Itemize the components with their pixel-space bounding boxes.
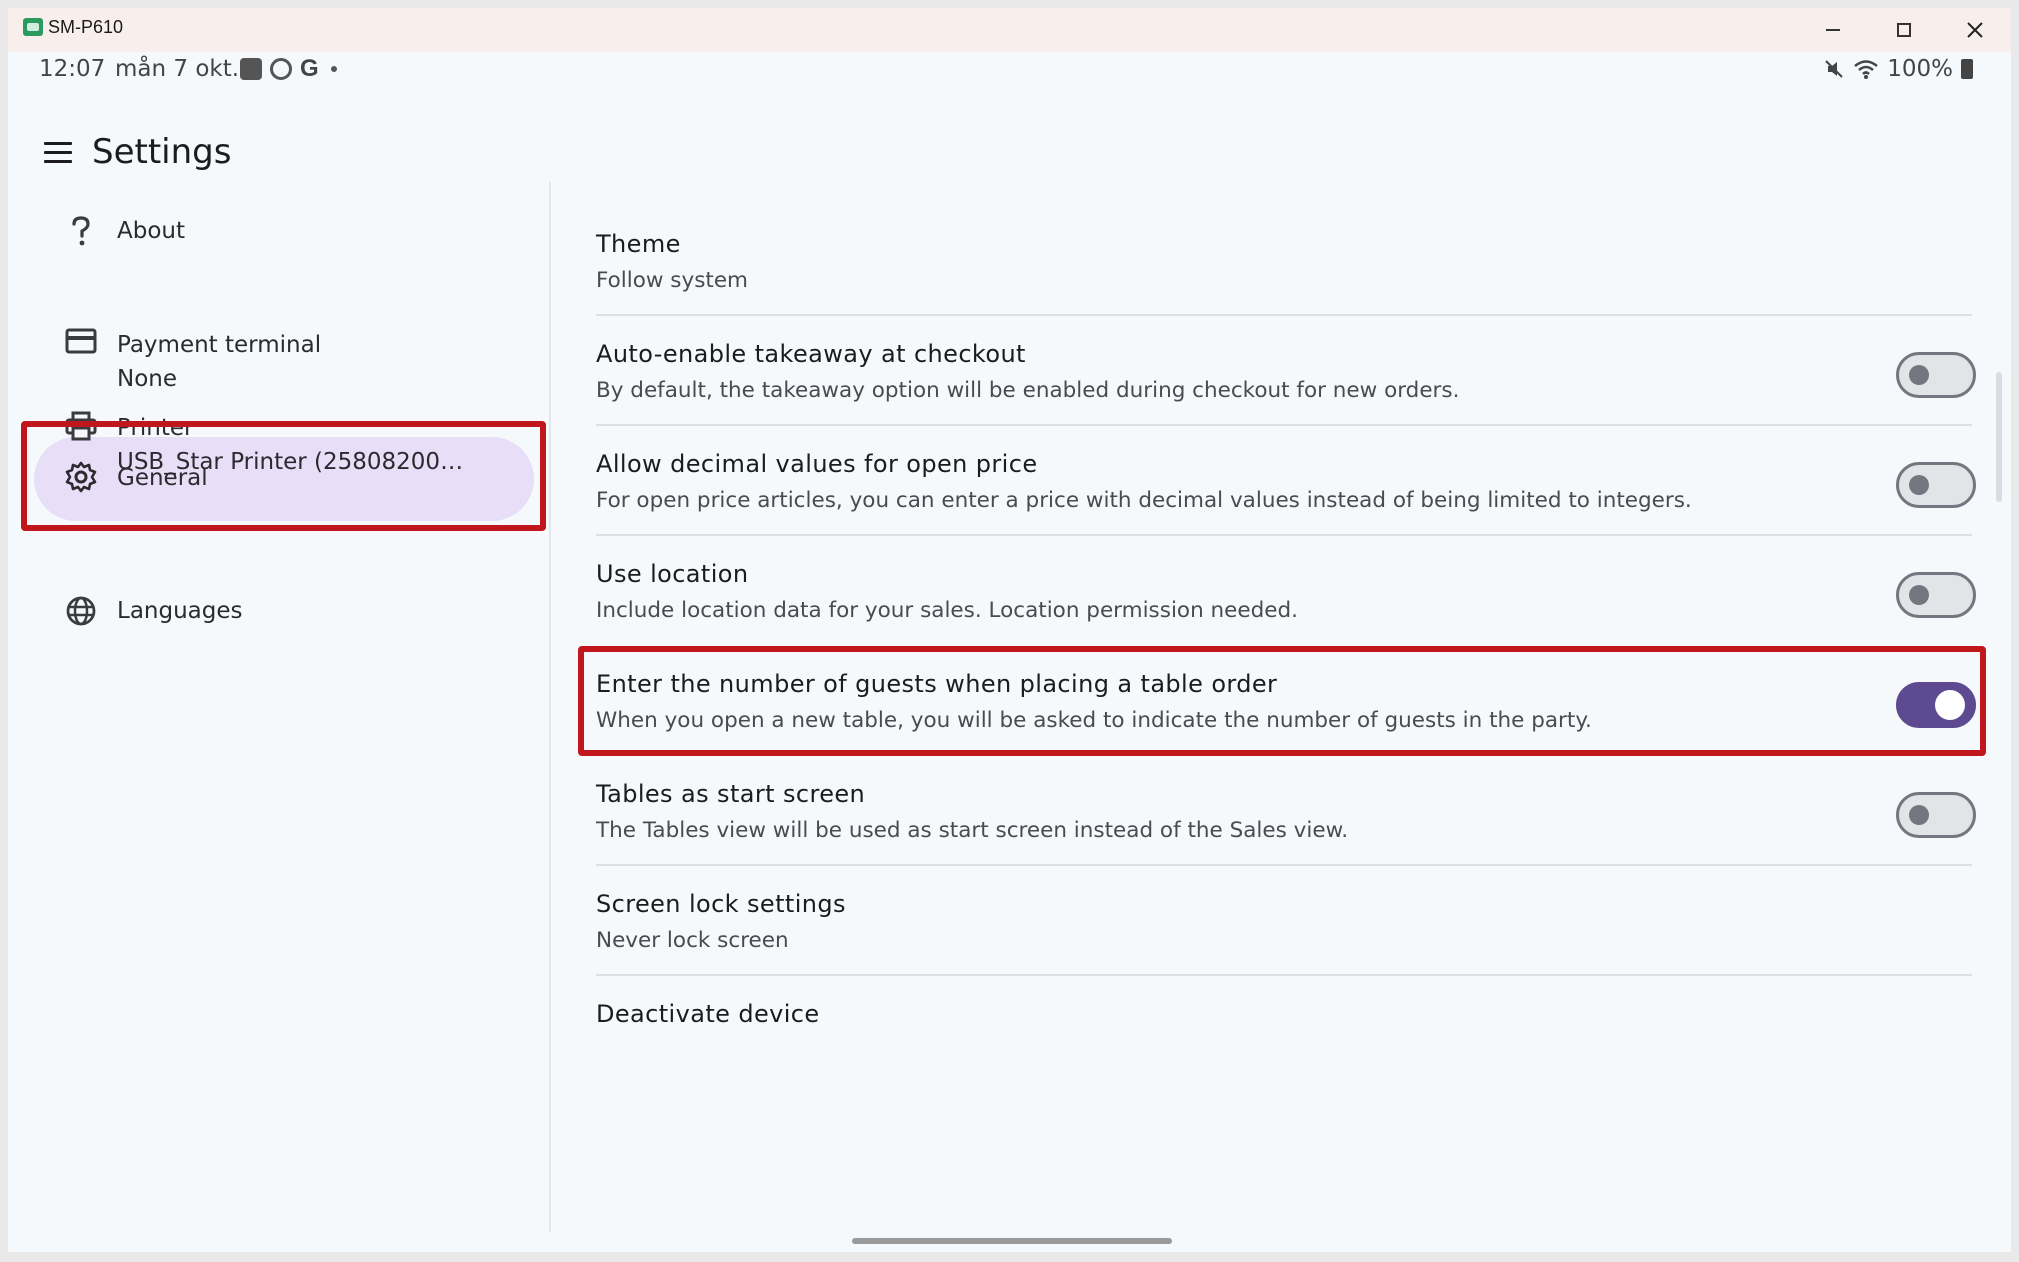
setting-title: Tables as start screen xyxy=(596,780,866,808)
notification-icons: G xyxy=(240,55,337,82)
tables-start-toggle[interactable] xyxy=(1896,792,1976,838)
battery-percent: 100% xyxy=(1887,56,1953,82)
notification-sync-icon xyxy=(270,58,292,80)
credit-card-icon xyxy=(64,324,98,358)
google-icon: G xyxy=(300,55,319,82)
setting-subtitle: By default, the takeaway option will be … xyxy=(596,378,1460,403)
setting-use-location[interactable]: Use location Include location data for y… xyxy=(596,536,1976,646)
setting-subtitle: Follow system xyxy=(596,268,749,293)
setting-title: Theme xyxy=(596,230,681,258)
app-icon xyxy=(23,18,43,36)
page-title: Settings xyxy=(92,132,232,172)
top-app-bar: Settings xyxy=(8,112,2011,192)
gesture-home-bar[interactable] xyxy=(852,1238,1172,1244)
status-date: mån 7 okt. xyxy=(115,56,240,82)
setting-theme[interactable]: Theme Follow system xyxy=(596,182,1972,316)
close-icon xyxy=(1967,22,1983,38)
setting-subtitle: For open price articles, you can enter a… xyxy=(596,488,1692,513)
toggle-knob xyxy=(1909,475,1929,495)
setting-title: Allow decimal values for open price xyxy=(596,450,1038,478)
status-right: 100% xyxy=(1823,56,1973,82)
minimize-icon xyxy=(1826,29,1840,31)
takeaway-toggle[interactable] xyxy=(1896,352,1976,398)
setting-decimal-values[interactable]: Allow decimal values for open price For … xyxy=(596,426,1976,536)
decimal-toggle[interactable] xyxy=(1896,462,1976,508)
setting-screen-lock[interactable]: Screen lock settings Never lock screen xyxy=(596,866,1972,976)
scrollbar[interactable] xyxy=(1996,372,2002,502)
sidebar-item-sub: None xyxy=(117,366,178,392)
setting-deactivate-device[interactable]: Deactivate device xyxy=(596,976,1968,1076)
toggle-knob xyxy=(1909,805,1929,825)
battery-icon xyxy=(1961,59,1973,79)
close-button[interactable] xyxy=(1945,12,2005,48)
setting-auto-takeaway[interactable]: Auto-enable takeaway at checkout By defa… xyxy=(596,316,1976,426)
setting-tables-start-screen[interactable]: Tables as start screen The Tables view w… xyxy=(596,756,1976,866)
sidebar-item-label: About xyxy=(117,218,186,244)
maximize-button[interactable] xyxy=(1874,12,1934,48)
toggle-knob xyxy=(1909,365,1929,385)
status-time: 12:07 xyxy=(39,56,106,82)
sidebar-item-label: Languages xyxy=(117,598,243,624)
mute-icon xyxy=(1825,60,1843,78)
location-toggle[interactable] xyxy=(1896,572,1976,618)
globe-icon xyxy=(64,594,98,628)
menu-icon[interactable] xyxy=(34,132,82,172)
toggle-knob xyxy=(1909,585,1929,605)
minimize-button[interactable] xyxy=(1803,12,1863,48)
window-title: SM-P610 xyxy=(48,17,124,37)
setting-title: Auto-enable takeaway at checkout xyxy=(596,340,1026,368)
setting-title: Use location xyxy=(596,560,749,588)
setting-title: Deactivate device xyxy=(596,1000,820,1028)
more-notifications-dot xyxy=(330,66,337,72)
window-titlebar: SM-P610 xyxy=(8,8,2011,52)
setting-subtitle: The Tables view will be used as start sc… xyxy=(596,818,1349,843)
maximize-icon xyxy=(1897,23,1911,37)
status-bar: 12:07 mån 7 okt. G 100% xyxy=(8,52,2011,88)
setting-subtitle: Include location data for your sales. Lo… xyxy=(596,598,1298,623)
highlight-box-guests xyxy=(578,646,1986,756)
setting-subtitle: Never lock screen xyxy=(596,928,789,953)
pane-divider xyxy=(549,182,551,1232)
notification-app-icon xyxy=(240,58,262,80)
highlight-box-general xyxy=(21,421,546,531)
setting-title: Screen lock settings xyxy=(596,890,846,918)
wifi-icon xyxy=(1854,60,1879,79)
help-icon xyxy=(64,214,98,248)
sidebar-item-label: Payment terminal xyxy=(117,332,322,358)
